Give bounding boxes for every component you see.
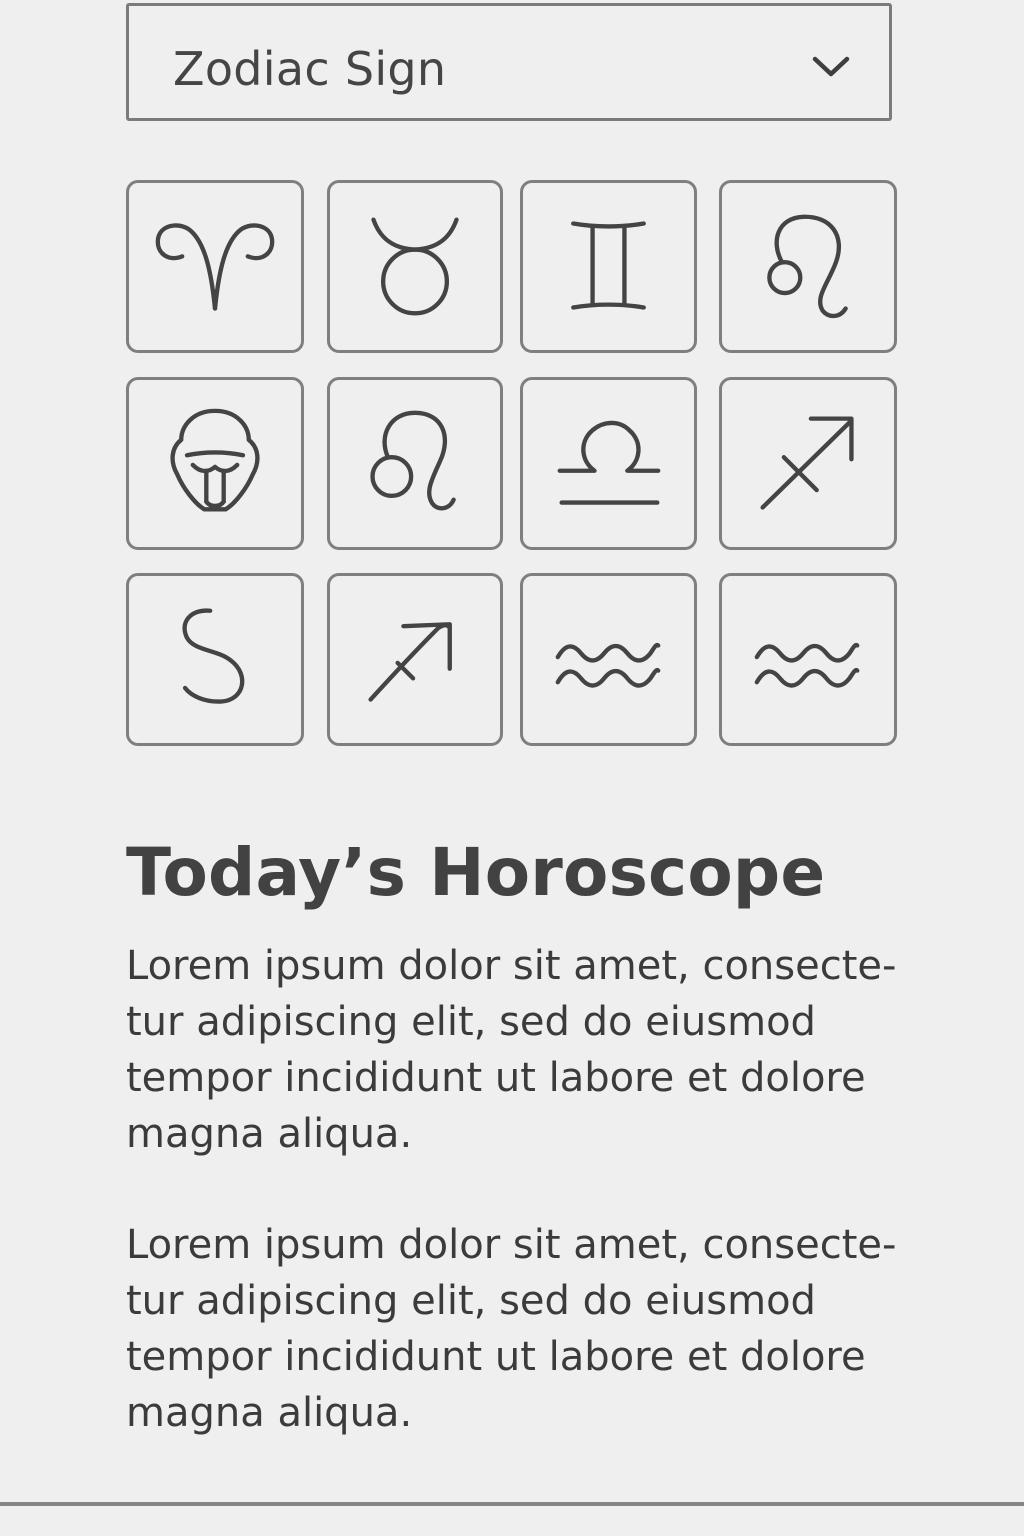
chevron-down-icon <box>812 56 850 77</box>
zodiac-tile-sagittarius[interactable] <box>719 377 897 550</box>
paragraph-line: Lorem ipsum dolor sit amet, consecte- <box>126 943 897 989</box>
sagittarius-icon <box>760 416 854 510</box>
paragraph-line: magna aliqua. <box>126 1111 413 1157</box>
zodiac-tile-swirl[interactable] <box>126 573 304 746</box>
aquarius-icon <box>555 642 661 688</box>
paragraph-line: tempor incididunt ut labore et dolore <box>126 1334 866 1380</box>
zodiac-tile-aquarius[interactable] <box>520 573 697 746</box>
paragraph-line: tur adipiscing elit, sed do eiusmod <box>126 1278 816 1324</box>
libra-icon <box>557 420 661 505</box>
paragraph-line: magna aliqua. <box>126 1390 413 1436</box>
paragraph-line: tur adipiscing elit, sed do eiusmod <box>126 999 816 1045</box>
zodiac-tile-aries[interactable] <box>126 180 304 353</box>
horoscope-title: Today’s Horoscope <box>126 834 826 911</box>
paragraph-line: tempor incididunt ut labore et dolore <box>126 1055 866 1101</box>
lion-face-icon <box>170 408 260 512</box>
horoscope-paragraph-2: Lorem ipsum dolor sit amet, consecte- tu… <box>126 1217 916 1441</box>
zodiac-sign-select-label: Zodiac Sign <box>173 42 447 96</box>
bottom-divider <box>0 1502 1024 1506</box>
paragraph-line: Lorem ipsum dolor sit amet, consecte- <box>126 1222 897 1268</box>
horoscope-paragraph-1: Lorem ipsum dolor sit amet, consecte- tu… <box>126 938 916 1162</box>
arrow-icon <box>368 622 452 702</box>
zodiac-tile-lion-face[interactable] <box>126 377 304 550</box>
zodiac-tile-taurus[interactable] <box>327 180 503 353</box>
gemini-icon <box>571 221 646 310</box>
zodiac-tile-aquarius-alt[interactable] <box>719 573 897 746</box>
zodiac-tile-leo[interactable] <box>327 377 503 550</box>
zodiac-sign-select[interactable]: Zodiac Sign <box>126 3 892 121</box>
zodiac-tile-libra[interactable] <box>520 377 697 550</box>
zodiac-tile-arrow[interactable] <box>327 573 503 746</box>
aries-icon <box>155 223 275 311</box>
leo-glyph-icon <box>767 214 848 319</box>
zodiac-tile-gemini[interactable] <box>520 180 697 353</box>
aquarius-alt-icon <box>754 642 860 688</box>
swirl-icon <box>182 608 245 704</box>
taurus-icon <box>371 217 459 316</box>
leo-icon <box>370 410 456 511</box>
zodiac-tile-leo-glyph[interactable] <box>719 180 897 353</box>
